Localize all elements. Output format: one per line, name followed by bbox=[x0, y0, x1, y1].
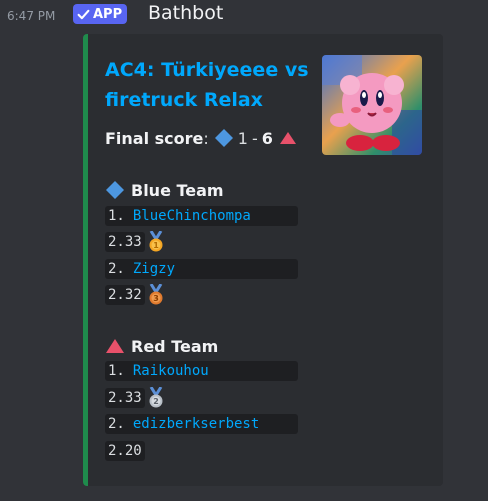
red-team-heading: Red Team bbox=[105, 334, 218, 358]
svg-text:3: 3 bbox=[153, 294, 159, 303]
app-badge-label: APP bbox=[93, 6, 123, 22]
player-row: 1. Raikouhou bbox=[105, 361, 298, 381]
svg-text:2: 2 bbox=[153, 397, 159, 406]
message-header: 6:47 PM APP Bathbot bbox=[0, 0, 488, 34]
blue-diamond-icon bbox=[214, 129, 233, 147]
final-score-colon: : bbox=[203, 128, 209, 148]
player-name-link[interactable]: BlueChinchompa bbox=[133, 208, 251, 224]
player-row: 2. edizberkserbest bbox=[105, 414, 298, 434]
red-team-score: 6 bbox=[261, 128, 273, 148]
player-name-link[interactable]: edizberkserbest bbox=[133, 416, 259, 432]
kirby-thumbnail-image bbox=[322, 55, 422, 155]
medal-1-icon: 1 bbox=[149, 231, 163, 252]
message-timestamp[interactable]: 6:47 PM bbox=[7, 9, 55, 23]
player-rank: 1. bbox=[108, 208, 125, 224]
username[interactable]: Bathbot bbox=[148, 2, 223, 24]
player-score: 2.32 bbox=[105, 285, 145, 305]
blue-team-name: Blue Team bbox=[131, 180, 224, 200]
red-team-name: Red Team bbox=[131, 336, 219, 356]
checkmark-icon bbox=[77, 9, 90, 19]
embed-card: AC4: Türkiyeeee vs firetruck Relax Final… bbox=[83, 34, 443, 486]
final-score: Final score : 1 - 6 bbox=[105, 126, 297, 150]
svg-text:1: 1 bbox=[153, 241, 159, 250]
player-score-line: 2.20 bbox=[105, 440, 145, 462]
player-rank: 1. bbox=[108, 363, 125, 379]
embed-title[interactable]: AC4: Türkiyeeee vs firetruck Relax bbox=[105, 55, 310, 115]
player-rank: 2. bbox=[108, 416, 125, 432]
blue-team-heading: Blue Team bbox=[105, 178, 224, 202]
blue-diamond-icon bbox=[106, 181, 124, 199]
player-score: 2.20 bbox=[105, 441, 145, 461]
player-score-line: 2.32 3 bbox=[105, 284, 164, 306]
red-triangle-icon bbox=[106, 339, 124, 353]
player-row: 1. BlueChinchompa bbox=[105, 206, 298, 226]
blue-team-score: 1 bbox=[237, 128, 248, 148]
player-score-line: 2.33 2 bbox=[105, 387, 164, 409]
player-score: 2.33 bbox=[105, 232, 145, 252]
medal-3-icon: 3 bbox=[149, 284, 163, 305]
score-dash: - bbox=[251, 128, 258, 148]
player-score-line: 2.33 1 bbox=[105, 231, 164, 253]
medal-2-icon: 2 bbox=[149, 387, 163, 408]
player-name-link[interactable]: Raikouhou bbox=[133, 363, 209, 379]
app-badge[interactable]: APP bbox=[73, 4, 128, 24]
player-score: 2.33 bbox=[105, 388, 145, 408]
player-rank: 2. bbox=[108, 261, 125, 277]
red-triangle-icon bbox=[279, 132, 296, 144]
player-name-link[interactable]: Zigzy bbox=[133, 261, 175, 277]
final-score-label: Final score bbox=[105, 128, 204, 148]
embed-thumbnail[interactable] bbox=[322, 55, 422, 155]
player-row: 2. Zigzy bbox=[105, 259, 298, 279]
